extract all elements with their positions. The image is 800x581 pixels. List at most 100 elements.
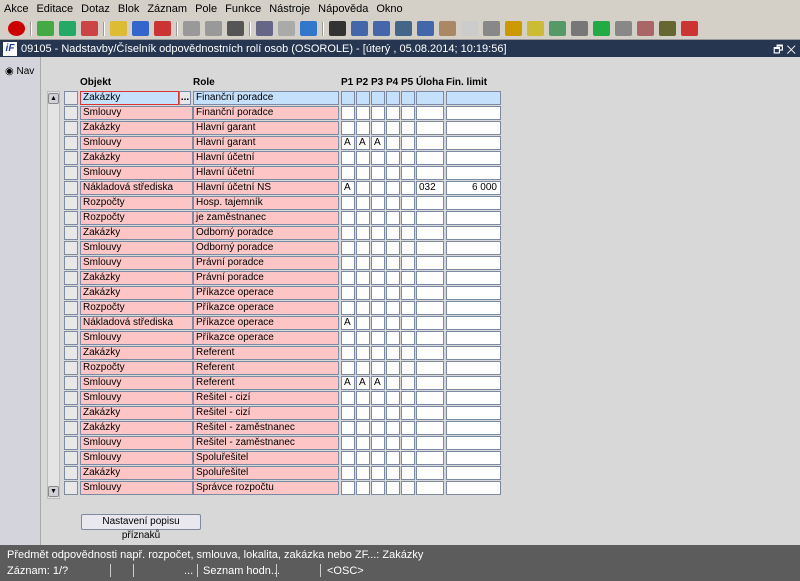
insert-record-icon[interactable] [37, 21, 54, 36]
p4-field[interactable] [386, 196, 400, 210]
objekt-field[interactable]: Smlouvy [80, 241, 193, 255]
lov-button[interactable]: ... [179, 91, 191, 105]
p1-field[interactable] [341, 391, 355, 405]
fin-limit-field[interactable] [446, 481, 501, 495]
p4-field[interactable] [386, 451, 400, 465]
p1-field[interactable]: A [341, 136, 355, 150]
p3-field[interactable] [371, 316, 385, 330]
role-field[interactable]: Hlavní účetní [193, 166, 339, 180]
p1-field[interactable] [341, 331, 355, 345]
p5-field[interactable] [401, 211, 415, 225]
role-field[interactable]: Spoluřešitel [193, 451, 339, 465]
excel-icon[interactable] [593, 21, 610, 36]
role-field[interactable]: Odborný poradce [193, 241, 339, 255]
uloha-field[interactable] [416, 91, 444, 105]
role-field[interactable]: Řešitel - zaměstnanec [193, 421, 339, 435]
p3-field[interactable]: A [371, 376, 385, 390]
objekt-field[interactable]: Smlouvy [80, 331, 193, 345]
fin-limit-field[interactable] [446, 451, 501, 465]
p4-field[interactable] [386, 331, 400, 345]
fin-limit-field[interactable] [446, 361, 501, 375]
p2-field[interactable] [356, 436, 370, 450]
calc-icon[interactable] [439, 21, 456, 36]
p3-field[interactable]: A [371, 136, 385, 150]
menu-1[interactable]: Editace [36, 3, 73, 15]
menu-8[interactable]: Nápověda [318, 3, 368, 15]
p2-field[interactable] [356, 271, 370, 285]
mail-icon[interactable] [300, 21, 317, 36]
fin-limit-field[interactable] [446, 241, 501, 255]
save-icon[interactable] [59, 21, 76, 36]
p2-field[interactable] [356, 226, 370, 240]
record-selector[interactable] [64, 376, 78, 390]
p1-field[interactable] [341, 301, 355, 315]
p5-field[interactable] [401, 241, 415, 255]
objekt-field[interactable]: Smlouvy [80, 391, 193, 405]
objekt-field[interactable]: Rozpočty [80, 301, 193, 315]
user-icon[interactable] [637, 21, 654, 36]
p5-field[interactable] [401, 256, 415, 270]
p2-field[interactable] [356, 481, 370, 495]
objekt-field[interactable]: Smlouvy [80, 451, 193, 465]
p4-field[interactable] [386, 286, 400, 300]
p3-field[interactable] [371, 481, 385, 495]
p1-field[interactable] [341, 211, 355, 225]
record-selector[interactable] [64, 136, 78, 150]
objekt-field[interactable]: Smlouvy [80, 166, 193, 180]
p4-field[interactable] [386, 226, 400, 240]
menu-9[interactable]: Okno [376, 3, 402, 15]
role-field[interactable]: Příkazce operace [193, 316, 339, 330]
objekt-field[interactable]: Zakázky [80, 151, 193, 165]
uloha-field[interactable] [416, 331, 444, 345]
fin-limit-field[interactable] [446, 256, 501, 270]
p5-field[interactable] [401, 391, 415, 405]
fin-limit-field[interactable]: 6 000 [446, 181, 501, 195]
p3-field[interactable] [371, 346, 385, 360]
role-field[interactable]: Řešitel - cizí [193, 391, 339, 405]
role-field[interactable]: Příkazce operace [193, 286, 339, 300]
objekt-field[interactable]: Smlouvy [80, 256, 193, 270]
record-selector[interactable] [64, 211, 78, 225]
uloha-field[interactable] [416, 466, 444, 480]
p5-field[interactable] [401, 406, 415, 420]
p2-field[interactable] [356, 151, 370, 165]
p5-field[interactable] [401, 316, 415, 330]
record-selector[interactable] [64, 481, 78, 495]
role-field[interactable]: Hlavní garant [193, 136, 339, 150]
p4-field[interactable] [386, 211, 400, 225]
p4-field[interactable] [386, 361, 400, 375]
menu-3[interactable]: Blok [118, 3, 139, 15]
record-selector[interactable] [64, 91, 78, 105]
fin-limit-field[interactable] [446, 106, 501, 120]
p4-field[interactable] [386, 91, 400, 105]
fin-limit-field[interactable] [446, 346, 501, 360]
p2-field[interactable] [356, 121, 370, 135]
role-field[interactable]: Odborný poradce [193, 226, 339, 240]
fin-limit-field[interactable] [446, 271, 501, 285]
p1-field[interactable] [341, 166, 355, 180]
menu-4[interactable]: Záznam [147, 3, 187, 15]
objekt-field[interactable]: Zakázky [80, 421, 193, 435]
p2-field[interactable] [356, 181, 370, 195]
record-selector[interactable] [64, 436, 78, 450]
fin-limit-field[interactable] [446, 151, 501, 165]
role-field[interactable]: Správce rozpočtu [193, 481, 339, 495]
p2-field[interactable]: A [356, 376, 370, 390]
p5-field[interactable] [401, 286, 415, 300]
objekt-field[interactable]: Rozpočty [80, 196, 193, 210]
sort-desc-icon[interactable] [205, 21, 222, 36]
p3-field[interactable] [371, 466, 385, 480]
record-selector[interactable] [64, 196, 78, 210]
record-selector[interactable] [64, 241, 78, 255]
p5-field[interactable] [401, 271, 415, 285]
uloha-field[interactable] [416, 286, 444, 300]
uloha-field[interactable] [416, 271, 444, 285]
record-selector[interactable] [64, 151, 78, 165]
p4-field[interactable] [386, 136, 400, 150]
record-selector[interactable] [64, 286, 78, 300]
p3-field[interactable] [371, 391, 385, 405]
objekt-field[interactable]: Smlouvy [80, 106, 193, 120]
p1-field[interactable] [341, 421, 355, 435]
flags-description-button[interactable]: Nastavení popisu příznaků [81, 514, 201, 541]
p5-field[interactable] [401, 151, 415, 165]
